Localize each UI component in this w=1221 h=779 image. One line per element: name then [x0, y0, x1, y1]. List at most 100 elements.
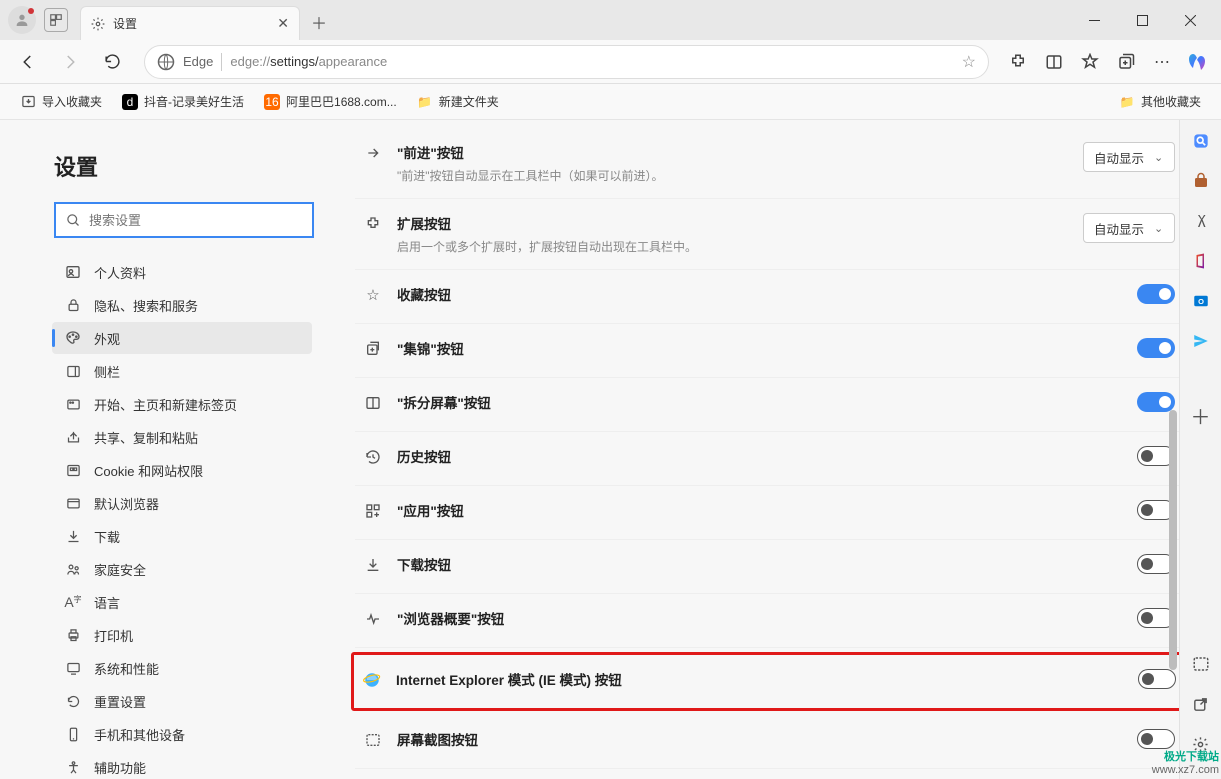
- row-title: Internet Explorer 模式 (IE 模式) 按钮: [396, 669, 1124, 689]
- titlebar: 设置 ✕ ＋: [0, 0, 1221, 40]
- scrollbar-thumb[interactable]: [1169, 410, 1177, 670]
- nav-profiles[interactable]: 个人资料: [52, 256, 312, 288]
- history-icon: [363, 447, 383, 467]
- favorite-star-icon[interactable]: ☆: [962, 52, 976, 72]
- bookmark-item[interactable]: 16 阿里巴巴1688.com...: [256, 89, 405, 114]
- arrow-right-icon: [363, 143, 383, 163]
- gear-icon: [91, 17, 105, 31]
- forward-dropdown[interactable]: 自动显示⌄: [1083, 142, 1175, 172]
- nav-appearance[interactable]: 外观: [52, 322, 312, 354]
- tab-title: 设置: [113, 15, 269, 32]
- nav-family[interactable]: 家庭安全: [52, 553, 312, 585]
- back-button[interactable]: [10, 44, 46, 80]
- collections-icon: [363, 339, 383, 359]
- ie-icon: [362, 670, 382, 690]
- menu-icon[interactable]: ⋯: [1147, 47, 1177, 77]
- bookmark-folder[interactable]: 📁 新建文件夹: [409, 89, 507, 114]
- printer-icon: [64, 628, 82, 643]
- nav-languages[interactable]: A字语言: [52, 586, 312, 618]
- address-bar[interactable]: Edge edge://settings/appearance ☆: [144, 45, 989, 79]
- edge-logo-icon: [157, 53, 175, 71]
- nav-cookies[interactable]: Cookie 和网站权限: [52, 454, 312, 486]
- row-collections-button: "集锦"按钮: [355, 324, 1183, 378]
- window-controls: [1071, 0, 1213, 40]
- row-ie-mode-button: Internet Explorer 模式 (IE 模式) 按钮: [351, 652, 1187, 711]
- settings-sidebar: 设置 个人资料 隐私、搜索和服务 外观 侧栏 开始、主页和新建标签页 共享、复制…: [0, 120, 335, 779]
- nav-privacy[interactable]: 隐私、搜索和服务: [52, 289, 312, 321]
- sidebar-office-icon[interactable]: [1188, 248, 1214, 274]
- row-title: 屏幕截图按钮: [397, 729, 1123, 749]
- other-favorites[interactable]: 📁 其他收藏夹: [1111, 89, 1209, 114]
- row-extensions-button: 扩展按钮 启用一个或多个扩展时，扩展按钮自动出现在工具栏中。 自动显示⌄: [355, 199, 1183, 270]
- profile-icon[interactable]: [8, 6, 36, 34]
- settings-nav: 个人资料 隐私、搜索和服务 外观 侧栏 开始、主页和新建标签页 共享、复制和粘贴…: [52, 256, 315, 779]
- folder-icon: 📁: [1119, 94, 1135, 110]
- douyin-icon: d: [122, 94, 138, 110]
- import-favorites-button[interactable]: 导入收藏夹: [12, 89, 110, 114]
- reset-icon: [64, 694, 82, 709]
- sidebar-screenshot-icon[interactable]: [1188, 651, 1214, 677]
- browser-tab[interactable]: 设置 ✕: [80, 6, 300, 40]
- nav-share[interactable]: 共享、复制和粘贴: [52, 421, 312, 453]
- star-icon: ☆: [363, 285, 383, 305]
- new-tab-button[interactable]: ＋: [304, 7, 334, 37]
- sidebar-outlook-icon[interactable]: O: [1188, 288, 1214, 314]
- settings-search[interactable]: [54, 202, 314, 238]
- refresh-button[interactable]: [94, 44, 130, 80]
- nav-phone[interactable]: 手机和其他设备: [52, 718, 312, 750]
- row-title: "浏览器概要"按钮: [397, 608, 1123, 628]
- apps-icon: [363, 501, 383, 521]
- search-icon: [66, 213, 81, 228]
- row-forward-button: "前进"按钮 "前进"按钮自动显示在工具栏中（如果可以前进）。 自动显示⌄: [355, 128, 1183, 199]
- home-icon: [64, 397, 82, 412]
- sidebar-popout-icon[interactable]: [1188, 691, 1214, 717]
- nav-default-browser[interactable]: 默认浏览器: [52, 487, 312, 519]
- favorites-icon[interactable]: [1075, 47, 1105, 77]
- nav-system[interactable]: 系统和性能: [52, 652, 312, 684]
- minimize-button[interactable]: [1071, 0, 1117, 40]
- nav-printers[interactable]: 打印机: [52, 619, 312, 651]
- collections-icon[interactable]: [1111, 47, 1141, 77]
- forward-button[interactable]: [52, 44, 88, 80]
- row-desc: 启用一个或多个扩展时，扩展按钮自动出现在工具栏中。: [397, 238, 1069, 255]
- edge-sidebar: O ＋: [1179, 120, 1221, 779]
- row-title: "集锦"按钮: [397, 338, 1123, 358]
- row-title: 收藏按钮: [397, 284, 1123, 304]
- navbar: Edge edge://settings/appearance ☆ ⋯: [0, 40, 1221, 84]
- copilot-icon[interactable]: [1183, 48, 1211, 76]
- tab-close-icon[interactable]: ✕: [277, 15, 289, 32]
- watermark: 极光下载站 www.xz7.com: [1152, 751, 1219, 777]
- bookmark-item[interactable]: d 抖音-记录美好生活: [114, 89, 252, 114]
- language-icon: A字: [64, 594, 82, 610]
- nav-downloads[interactable]: 下载: [52, 520, 312, 552]
- maximize-button[interactable]: [1119, 0, 1165, 40]
- search-input[interactable]: [89, 213, 302, 228]
- scrollbar-track[interactable]: [1167, 120, 1177, 749]
- bookmarks-bar: 导入收藏夹 d 抖音-记录美好生活 16 阿里巴巴1688.com... 📁 新…: [0, 84, 1221, 120]
- workspaces-icon[interactable]: [44, 8, 68, 32]
- folder-icon: 📁: [417, 94, 433, 110]
- nav-accessibility[interactable]: 辅助功能: [52, 751, 312, 779]
- extensions-dropdown[interactable]: 自动显示⌄: [1083, 213, 1175, 243]
- nav-reset[interactable]: 重置设置: [52, 685, 312, 717]
- sidebar-search-icon[interactable]: [1188, 128, 1214, 154]
- sidebar-tools-icon[interactable]: [1188, 208, 1214, 234]
- nav-sidebar[interactable]: 侧栏: [52, 355, 312, 387]
- appearance-icon: [64, 330, 82, 346]
- sidebar-send-icon[interactable]: [1188, 328, 1214, 354]
- address-scheme: Edge: [183, 54, 213, 69]
- main-content: 设置 个人资料 隐私、搜索和服务 外观 侧栏 开始、主页和新建标签页 共享、复制…: [0, 120, 1221, 779]
- nav-start[interactable]: 开始、主页和新建标签页: [52, 388, 312, 420]
- sidebar-shopping-icon[interactable]: [1188, 168, 1214, 194]
- row-apps-button: "应用"按钮: [355, 486, 1183, 540]
- settings-content: "前进"按钮 "前进"按钮自动显示在工具栏中（如果可以前进）。 自动显示⌄ 扩展…: [335, 120, 1221, 779]
- download-icon: [64, 529, 82, 544]
- split-screen-icon[interactable]: [1039, 47, 1069, 77]
- cookies-icon: [64, 463, 82, 478]
- profile-icon: [64, 264, 82, 280]
- close-window-button[interactable]: [1167, 0, 1213, 40]
- chevron-down-icon: ⌄: [1154, 151, 1163, 164]
- extensions-icon[interactable]: [1003, 47, 1033, 77]
- sidebar-add-icon[interactable]: ＋: [1188, 402, 1214, 428]
- row-title: 扩展按钮: [397, 213, 1069, 233]
